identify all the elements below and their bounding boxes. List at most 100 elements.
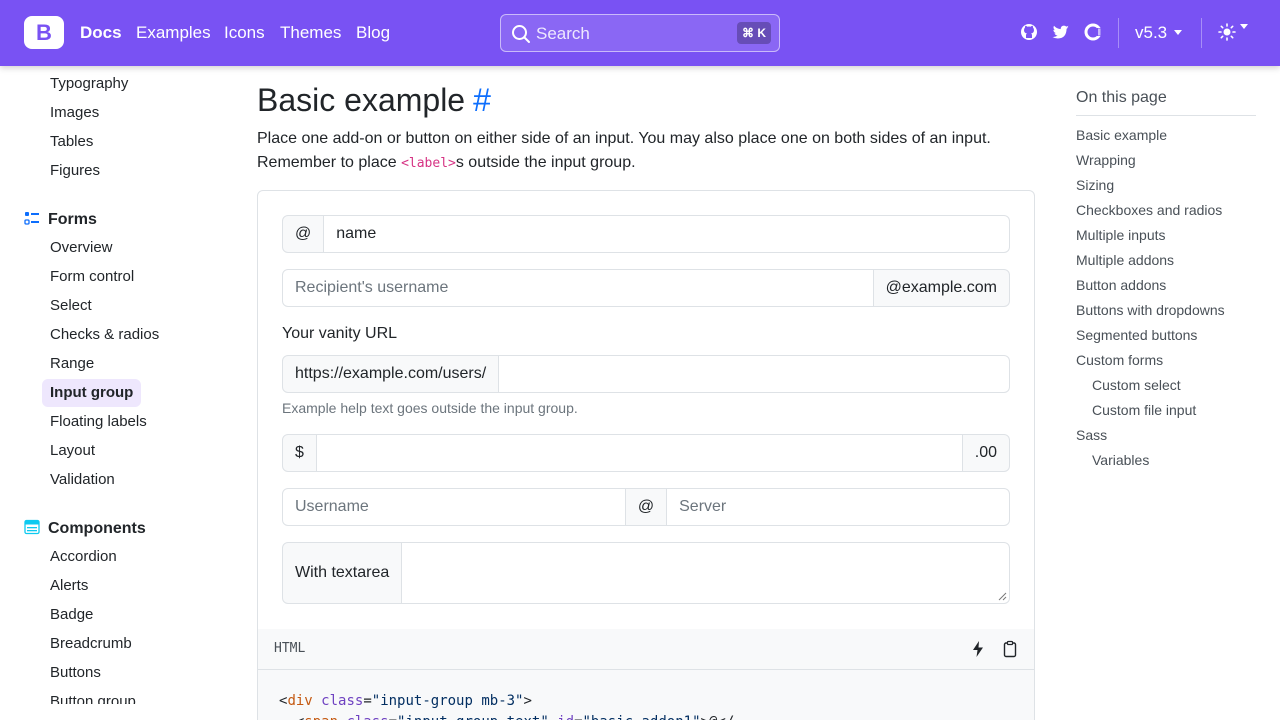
version-label: v5.3 bbox=[1135, 23, 1168, 42]
sidebar-section-components[interactable]: Components bbox=[24, 518, 146, 540]
theme-toggle[interactable] bbox=[1218, 23, 1248, 43]
sidebar-item-button-group[interactable]: Button group bbox=[50, 692, 136, 704]
sidebar-components-label: Components bbox=[48, 520, 146, 537]
sidebar-item-form-control[interactable]: Form control bbox=[50, 267, 134, 287]
twitter-icon[interactable] bbox=[1051, 22, 1071, 42]
code-snippet-header: HTML bbox=[257, 629, 1035, 670]
nav-link-themes[interactable]: Themes bbox=[280, 22, 341, 44]
section-heading-text: Basic example bbox=[257, 82, 466, 118]
toc-item[interactable]: Sizing bbox=[1076, 176, 1114, 194]
search-icon bbox=[512, 25, 530, 43]
toc-item[interactable]: Checkboxes and radios bbox=[1076, 201, 1222, 219]
description-text-end: s outside the input group. bbox=[455, 154, 636, 171]
textarea-addon: With textarea bbox=[282, 542, 403, 604]
toc-subitem[interactable]: Variables bbox=[1092, 451, 1149, 469]
anchor-link[interactable]: # bbox=[473, 82, 491, 118]
sidebar-item-badge[interactable]: Badge bbox=[50, 605, 93, 625]
section-heading: Basic example # bbox=[257, 82, 491, 119]
ui-checks-icon bbox=[24, 212, 39, 225]
menu-button-icon bbox=[24, 519, 40, 535]
username-input[interactable]: name bbox=[324, 215, 1010, 253]
nav-link-examples[interactable]: Examples bbox=[136, 22, 211, 44]
sidebar-item-validation[interactable]: Validation bbox=[50, 470, 115, 490]
search-placeholder: Search bbox=[536, 24, 590, 43]
cents-addon: .00 bbox=[962, 434, 1010, 472]
toc-item[interactable]: Wrapping bbox=[1076, 151, 1136, 169]
toc-item[interactable]: Button addons bbox=[1076, 276, 1166, 294]
toc-item[interactable]: Sass bbox=[1076, 426, 1107, 444]
code-language-label: HTML bbox=[274, 641, 306, 656]
server-field[interactable]: Server bbox=[667, 488, 1010, 526]
sidebar-forms-label: Forms bbox=[48, 211, 97, 228]
toc-item[interactable]: Custom forms bbox=[1076, 351, 1163, 369]
search-button[interactable]: Search ⌘ K bbox=[500, 14, 780, 52]
toc-item[interactable]: Multiple inputs bbox=[1076, 226, 1166, 244]
username-field[interactable]: Username bbox=[282, 488, 626, 526]
code-line: <span class="input-group-text" id="basic… bbox=[279, 714, 734, 720]
sidebar-item-tables[interactable]: Tables bbox=[50, 132, 93, 152]
dollar-addon: $ bbox=[282, 434, 317, 472]
sidebar-item-range[interactable]: Range bbox=[50, 354, 94, 374]
sidebar-item-buttons[interactable]: Buttons bbox=[50, 663, 101, 683]
code-snippet: <div class="input-group mb-3"> <span cla… bbox=[257, 670, 1035, 720]
at-addon: @ bbox=[625, 488, 668, 526]
nav-link-blog[interactable]: Blog bbox=[356, 22, 390, 44]
sidebar-item-alerts[interactable]: Alerts bbox=[50, 576, 88, 596]
sidebar-item-breadcrumb[interactable]: Breadcrumb bbox=[50, 634, 132, 654]
sidebar-item-images[interactable]: Images bbox=[50, 103, 99, 123]
github-icon[interactable] bbox=[1019, 22, 1039, 42]
toc-item[interactable]: Basic example bbox=[1076, 126, 1167, 144]
toc-subitem[interactable]: Custom file input bbox=[1092, 401, 1196, 419]
sidebar-item-floating-labels[interactable]: Floating labels bbox=[50, 412, 147, 432]
vanity-url-input[interactable] bbox=[499, 355, 1010, 393]
sidebar-item-typography[interactable]: Typography bbox=[50, 74, 128, 94]
navbar-divider bbox=[1201, 18, 1202, 48]
lightning-icon[interactable] bbox=[969, 640, 987, 658]
vanity-url-label: Your vanity URL bbox=[282, 325, 398, 342]
toc-divider bbox=[1076, 115, 1256, 116]
clipboard-icon[interactable] bbox=[1001, 640, 1019, 658]
at-addon: @ bbox=[282, 215, 325, 253]
help-text: Example help text goes outside the input… bbox=[282, 400, 578, 416]
sidebar-item-accordion[interactable]: Accordion bbox=[50, 547, 117, 567]
input-group-vanity-url: https://example.com/users/ bbox=[282, 355, 1010, 393]
toc-item[interactable]: Multiple addons bbox=[1076, 251, 1174, 269]
chevron-down-icon bbox=[1174, 30, 1183, 35]
textarea-input[interactable] bbox=[402, 542, 1010, 604]
input-group-recipient: Recipient's username @example.com bbox=[282, 269, 1010, 307]
docs-sidebar: Typography Images Tables Figures Forms O… bbox=[0, 66, 240, 704]
chevron-down-icon bbox=[1240, 24, 1248, 29]
navbar-divider bbox=[1118, 18, 1119, 48]
sidebar-item-figures[interactable]: Figures bbox=[50, 161, 100, 181]
input-group-username: @ name bbox=[282, 215, 1010, 253]
toc-subitem[interactable]: Custom select bbox=[1092, 376, 1181, 394]
sidebar-item-overview[interactable]: Overview bbox=[50, 238, 113, 258]
nav-link-icons[interactable]: Icons bbox=[224, 22, 265, 44]
opencollective-icon[interactable] bbox=[1083, 22, 1103, 42]
section-description: Place one add-on or button on either sid… bbox=[257, 127, 1017, 176]
input-group-textarea: With textarea bbox=[282, 542, 1010, 604]
sidebar-item-input-group[interactable]: Input group bbox=[42, 379, 142, 407]
resize-grip-icon[interactable] bbox=[997, 591, 1007, 601]
url-prefix-addon: https://example.com/users/ bbox=[282, 355, 500, 393]
amount-input[interactable] bbox=[316, 434, 963, 472]
search-shortcut-badge: ⌘ K bbox=[737, 22, 771, 44]
bootstrap-logo[interactable]: B bbox=[24, 16, 64, 49]
input-group-user-server: Username @ Server bbox=[282, 488, 1010, 526]
nav-link-docs[interactable]: Docs bbox=[80, 22, 122, 44]
top-navbar: B Docs Examples Icons Themes Blog Search… bbox=[0, 0, 1280, 66]
sidebar-section-forms[interactable]: Forms bbox=[24, 209, 97, 231]
sidebar-item-checks-radios[interactable]: Checks & radios bbox=[50, 325, 159, 345]
recipient-input[interactable]: Recipient's username bbox=[282, 269, 874, 307]
toc-item[interactable]: Segmented buttons bbox=[1076, 326, 1197, 344]
sidebar-item-select[interactable]: Select bbox=[50, 296, 92, 316]
example-com-addon: @example.com bbox=[873, 269, 1010, 307]
code-line: <div class="input-group mb-3"> bbox=[279, 693, 532, 709]
input-group-amount: $ .00 bbox=[282, 434, 1010, 472]
version-dropdown[interactable]: v5.3 bbox=[1135, 22, 1183, 44]
toc-item[interactable]: Buttons with dropdowns bbox=[1076, 301, 1225, 319]
toc-title: On this page bbox=[1076, 89, 1167, 106]
sun-icon bbox=[1218, 23, 1236, 41]
label-code: <label> bbox=[401, 156, 456, 171]
sidebar-item-layout[interactable]: Layout bbox=[50, 441, 95, 461]
